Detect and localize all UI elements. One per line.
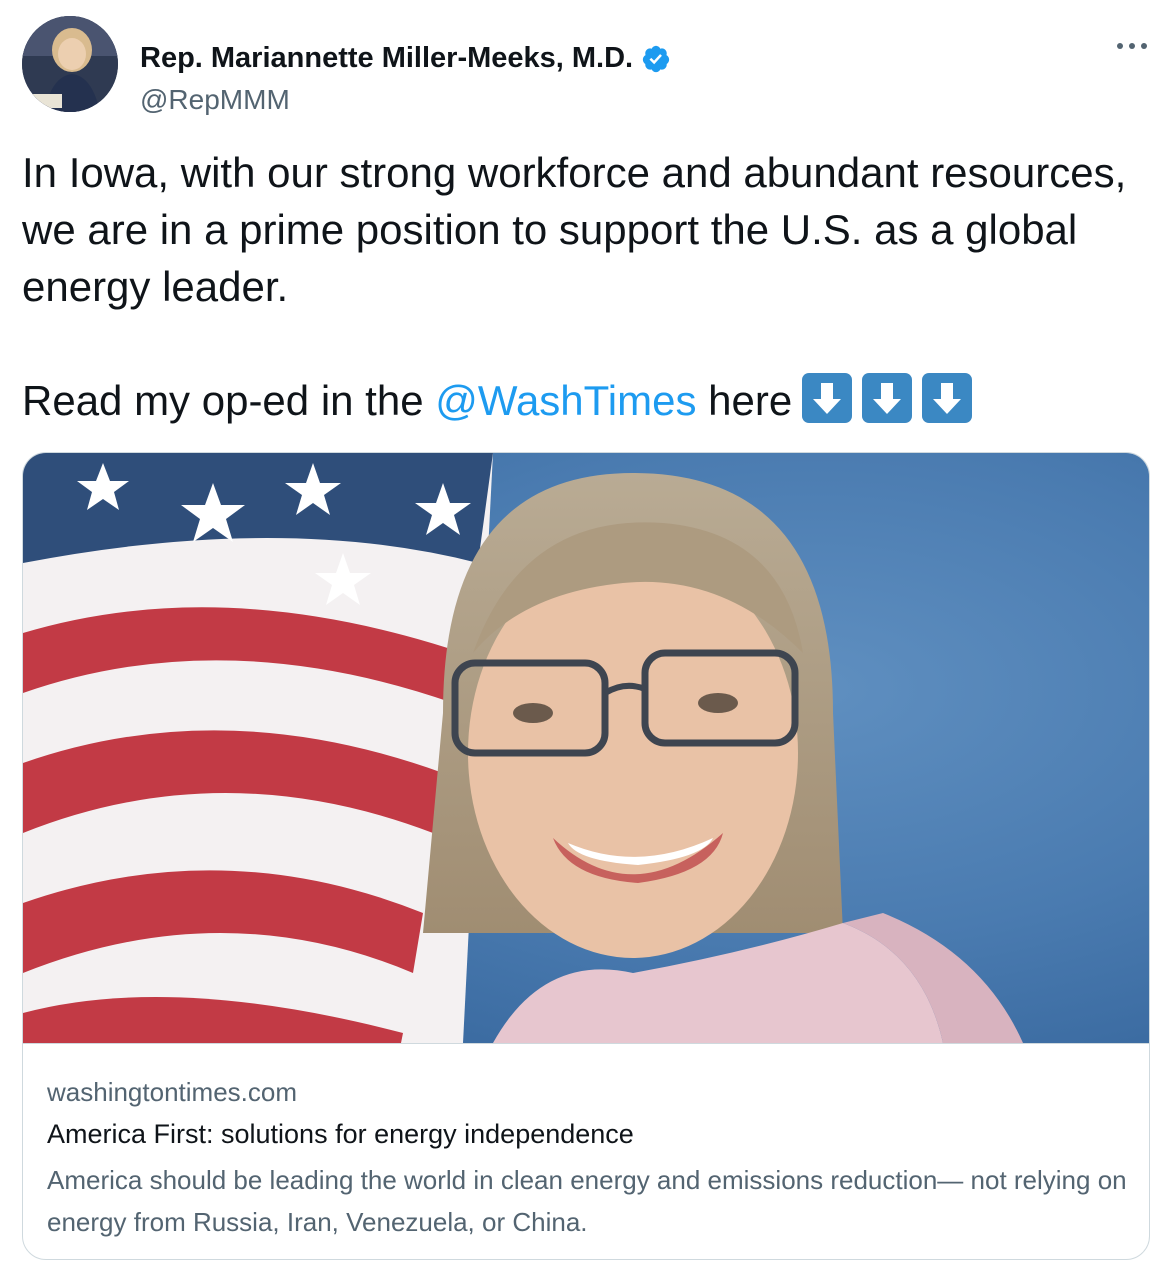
card-title[interactable]: America First: solutions for energy inde… bbox=[47, 1119, 634, 1150]
card-image[interactable] bbox=[23, 453, 1149, 1043]
tweet-text: In Iowa, with our strong workforce and a… bbox=[22, 144, 1142, 429]
author-handle[interactable]: @RepMMM bbox=[140, 84, 290, 116]
tweet-header: Rep. Mariannette Miller-Meeks, M.D. @Rep… bbox=[22, 16, 1152, 116]
down-arrow-emoji-icon bbox=[802, 373, 853, 423]
tweet-paragraph: In Iowa, with our strong workforce and a… bbox=[22, 149, 1127, 310]
down-arrow-emoji-icon bbox=[862, 373, 913, 423]
card-domain[interactable]: washingtontimes.com bbox=[47, 1077, 297, 1108]
tweet-text-segment: here bbox=[696, 377, 793, 424]
tweet-text-segment: Read my op-ed in the bbox=[22, 377, 436, 424]
avatar-image bbox=[22, 16, 118, 112]
mention-link[interactable]: @WashTimes bbox=[435, 377, 696, 424]
tweet-paragraph: Read my op-ed in the @WashTimes here bbox=[22, 372, 1142, 429]
author-avatar[interactable] bbox=[22, 16, 118, 112]
card-description[interactable]: America should be leading the world in c… bbox=[47, 1159, 1127, 1243]
more-options-icon[interactable] bbox=[1112, 34, 1152, 58]
link-preview-card[interactable]: washingtontimes.com America First: solut… bbox=[22, 452, 1150, 1260]
verified-badge-icon bbox=[641, 44, 671, 74]
down-arrow-emoji-icon bbox=[922, 373, 973, 423]
card-divider bbox=[23, 1043, 1149, 1044]
author-name-row: Rep. Mariannette Miller-Meeks, M.D. bbox=[140, 42, 671, 75]
author-display-name[interactable]: Rep. Mariannette Miller-Meeks, M.D. bbox=[140, 42, 633, 75]
